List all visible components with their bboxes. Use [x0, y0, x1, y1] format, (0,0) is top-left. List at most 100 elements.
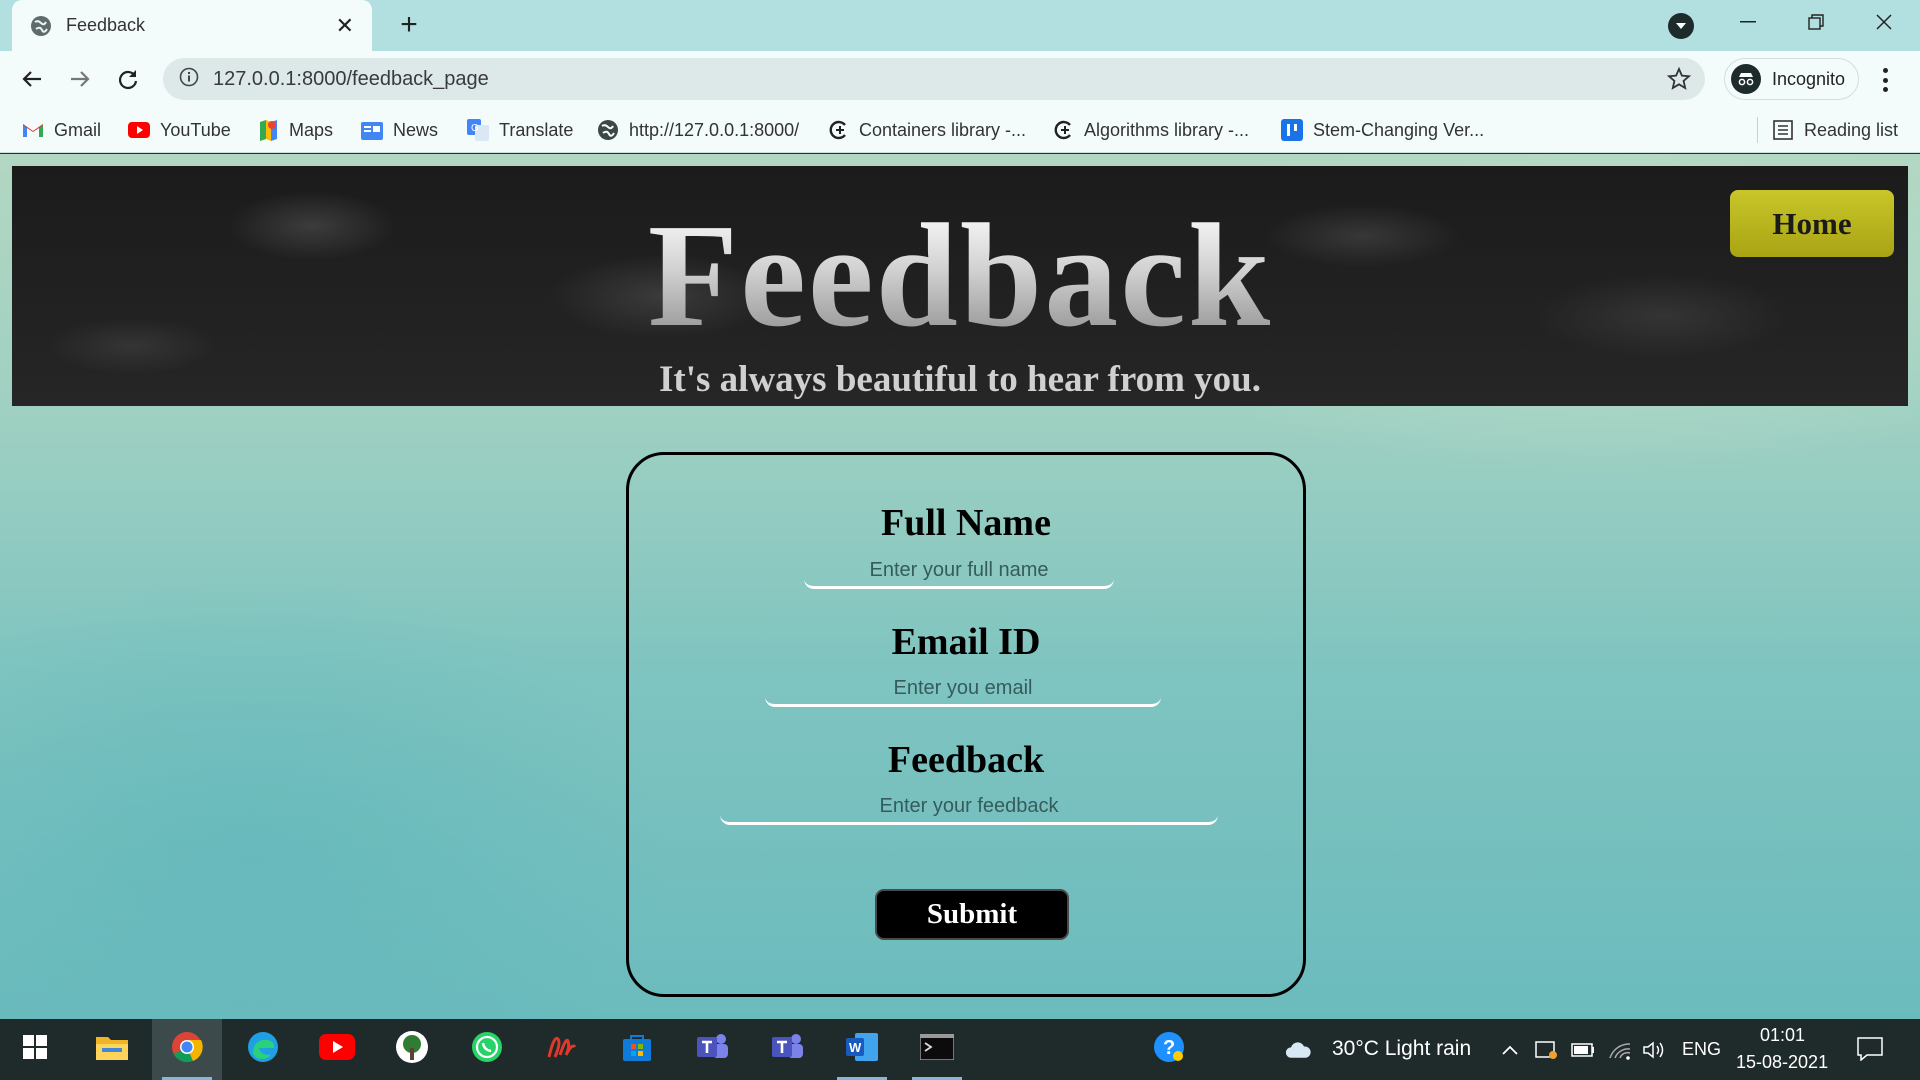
- page-title: Feedback: [12, 202, 1908, 350]
- taskbar-terminal[interactable]: [902, 1019, 972, 1080]
- sync-icon[interactable]: [1533, 1037, 1559, 1063]
- taskbar-edge[interactable]: [228, 1019, 298, 1080]
- minimize-icon[interactable]: [1717, 0, 1779, 44]
- windows-taskbar: W ? 30°C Light rain ENG 01:01 15-08-2021: [0, 1019, 1920, 1080]
- bookmark-label: Gmail: [54, 119, 102, 140]
- clock-date[interactable]: 15-08-2021: [1736, 1052, 1828, 1073]
- svg-text:G: G: [471, 123, 479, 134]
- clock-time[interactable]: 01:01: [1760, 1025, 1805, 1046]
- tab-strip: Feedback ✕ +: [0, 0, 1920, 51]
- cpp-icon: [1052, 119, 1074, 141]
- weather-text[interactable]: 30°C Light rain: [1332, 1037, 1471, 1061]
- forward-arrow-icon[interactable]: [62, 61, 98, 97]
- reload-icon[interactable]: [110, 61, 146, 97]
- page-subtitle: It's always beautiful to hear from you.: [659, 359, 1261, 400]
- globe-icon: [597, 119, 619, 141]
- bookmark-label: http://127.0.0.1:8000/: [629, 119, 800, 140]
- news-icon: [361, 119, 383, 141]
- browser-tab-feedback[interactable]: Feedback ✕: [12, 0, 372, 51]
- edge-icon: [247, 1031, 279, 1068]
- notification-icon[interactable]: [1857, 1036, 1883, 1062]
- signature-app-icon: [546, 1033, 578, 1066]
- header-banner: Feedback It's always beautiful to hear f…: [12, 166, 1908, 406]
- gmail-icon: [22, 119, 44, 141]
- full-name-input[interactable]: [804, 555, 1114, 589]
- bookmark-algorithms-library[interactable]: Algorithms library -...: [1052, 117, 1249, 143]
- address-bar[interactable]: 127.0.0.1:8000/feedback_page: [163, 58, 1705, 100]
- youtube-icon: [128, 119, 150, 141]
- reading-list-button[interactable]: Reading list: [1772, 117, 1898, 143]
- home-button[interactable]: Home: [1730, 190, 1894, 257]
- restore-icon[interactable]: [1785, 0, 1847, 44]
- site-info-icon[interactable]: [179, 67, 199, 92]
- incognito-icon: [1731, 64, 1761, 94]
- bookmark-label: Algorithms library -...: [1084, 119, 1250, 140]
- taskbar-tree-app[interactable]: [377, 1019, 447, 1080]
- bookmark-label: Translate: [499, 119, 574, 140]
- bookmark-label: Containers library -...: [859, 119, 1027, 140]
- submit-button[interactable]: Submit: [875, 889, 1069, 940]
- chevron-up-icon[interactable]: [1497, 1037, 1523, 1063]
- word-icon: W: [845, 1032, 879, 1067]
- taskbar-store[interactable]: [602, 1019, 672, 1080]
- maps-icon: [257, 119, 279, 141]
- svg-text:W: W: [849, 1040, 862, 1055]
- bookmark-news[interactable]: News: [361, 117, 438, 143]
- taskbar-teams[interactable]: [677, 1019, 747, 1080]
- browser-menu-icon[interactable]: [1875, 65, 1895, 95]
- tab-search-icon[interactable]: [1668, 13, 1694, 39]
- bookmarks-bar: Gmail YouTube Maps News G Translate http…: [0, 107, 1920, 153]
- start-button[interactable]: [0, 1019, 70, 1080]
- taskbar-help[interactable]: ?: [1134, 1019, 1204, 1080]
- youtube-icon: [319, 1034, 355, 1065]
- back-arrow-icon[interactable]: [14, 61, 50, 97]
- taskbar-teams-2[interactable]: [752, 1019, 822, 1080]
- cpp-icon: [827, 119, 849, 141]
- help-icon: ?: [1153, 1031, 1185, 1068]
- weather-cloud-icon[interactable]: [1285, 1037, 1311, 1063]
- whatsapp-icon: [471, 1031, 503, 1068]
- volume-icon[interactable]: [1641, 1037, 1667, 1063]
- bookmark-youtube[interactable]: YouTube: [128, 117, 231, 143]
- bookmark-star-icon[interactable]: [1666, 66, 1692, 96]
- url-text: 127.0.0.1:8000/feedback_page: [213, 67, 489, 90]
- language-indicator[interactable]: ENG: [1682, 1039, 1721, 1060]
- feedback-input[interactable]: [720, 791, 1218, 825]
- bookmark-app-icon: [1281, 119, 1303, 141]
- bookmark-stem-changing[interactable]: Stem-Changing Ver...: [1281, 117, 1484, 143]
- incognito-label: Incognito: [1772, 68, 1846, 89]
- store-icon: [621, 1031, 653, 1068]
- reading-list-icon: [1772, 119, 1794, 141]
- folder-icon: [96, 1034, 128, 1065]
- bookmark-label: News: [393, 119, 439, 140]
- taskbar-whatsapp[interactable]: [452, 1019, 522, 1080]
- feedback-label: Feedback: [887, 739, 1045, 781]
- bookmark-label: Maps: [289, 119, 334, 140]
- tab-title: Feedback: [66, 15, 146, 35]
- new-tab-button[interactable]: +: [392, 8, 426, 42]
- full-name-label: Full Name: [881, 502, 1051, 544]
- taskbar-youtube[interactable]: [302, 1019, 372, 1080]
- bookmark-gmail[interactable]: Gmail: [22, 117, 101, 143]
- tree-icon: [395, 1030, 429, 1069]
- bookmarks-divider: [1757, 117, 1758, 143]
- bookmark-localhost[interactable]: http://127.0.0.1:8000/: [597, 117, 799, 143]
- bookmark-translate[interactable]: G Translate: [467, 117, 573, 143]
- battery-icon[interactable]: [1570, 1037, 1596, 1063]
- bookmark-maps[interactable]: Maps: [257, 117, 333, 143]
- wifi-icon[interactable]: [1607, 1037, 1633, 1063]
- chrome-icon: [171, 1031, 203, 1068]
- bookmark-containers-library[interactable]: Containers library -...: [827, 117, 1026, 143]
- globe-icon: [30, 15, 52, 37]
- taskbar-chrome[interactable]: [152, 1019, 222, 1080]
- teams-icon: [695, 1032, 729, 1067]
- taskbar-acrobat-sign[interactable]: [527, 1019, 597, 1080]
- taskbar-file-explorer[interactable]: [77, 1019, 147, 1080]
- close-tab-icon[interactable]: ✕: [336, 13, 354, 39]
- teams-icon: [770, 1032, 804, 1067]
- email-input[interactable]: [765, 673, 1161, 707]
- terminal-icon: [919, 1033, 955, 1065]
- incognito-indicator[interactable]: Incognito: [1724, 58, 1859, 100]
- taskbar-word[interactable]: W: [827, 1019, 897, 1080]
- close-window-icon[interactable]: [1853, 0, 1915, 44]
